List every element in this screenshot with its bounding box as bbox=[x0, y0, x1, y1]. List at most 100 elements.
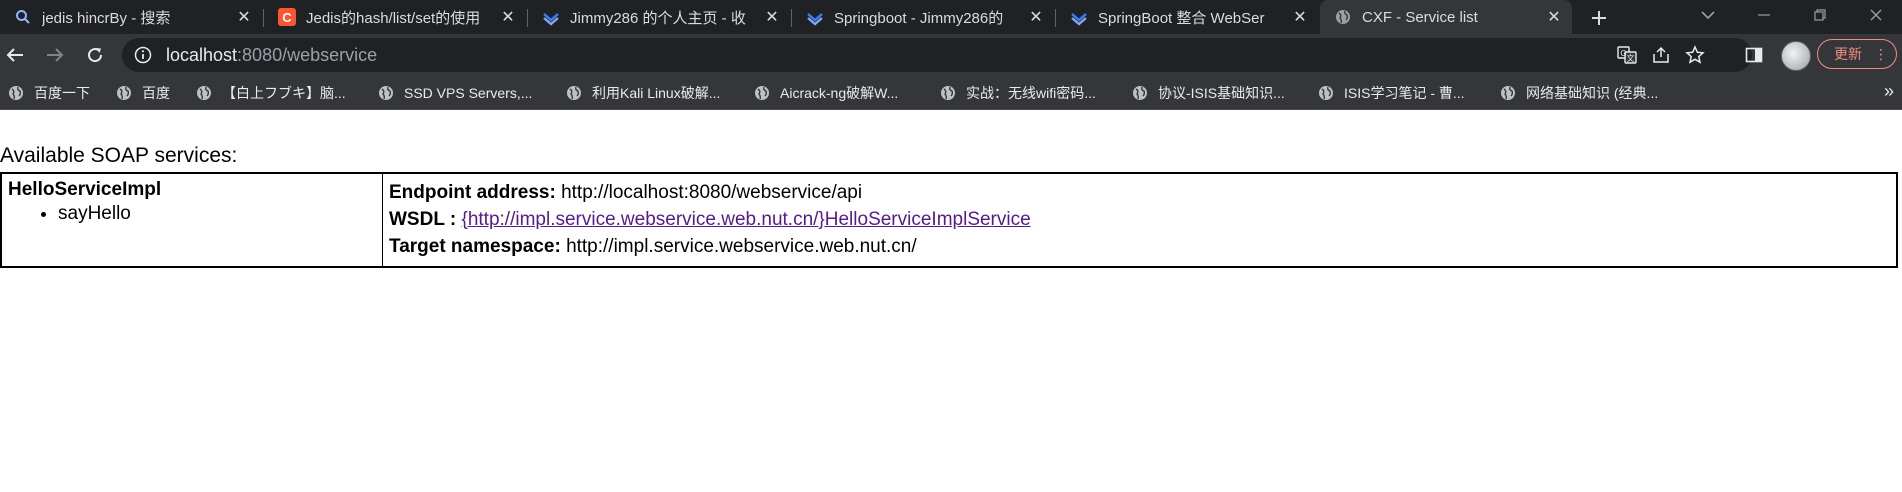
namespace-value: http://impl.service.webservice.web.nut.c… bbox=[566, 236, 917, 257]
url-host: localhost bbox=[166, 45, 238, 65]
bookmark-item[interactable]: SSD VPS Servers,... bbox=[378, 83, 532, 103]
endpoint-label: Endpoint address: bbox=[389, 182, 556, 203]
wsdl-link[interactable]: {http://impl.service.webservice.web.nut.… bbox=[461, 209, 1030, 230]
bookmark-label: Aicrack-ng破解W... bbox=[780, 85, 899, 101]
tab-profile[interactable]: Jimmy286 的个人主页 - 收 ✕ bbox=[528, 0, 790, 34]
globe-icon bbox=[117, 86, 131, 100]
bookmark-label: 实战：无线wifi密码... bbox=[966, 85, 1096, 101]
close-icon[interactable]: ✕ bbox=[232, 5, 256, 29]
bookmark-item[interactable]: 利用Kali Linux破解... bbox=[566, 83, 720, 103]
tab-csdn[interactable]: C Jedis的hash/list/set的使用 ✕ bbox=[264, 0, 526, 34]
close-icon[interactable]: ✕ bbox=[1288, 5, 1312, 29]
services-table: HelloServiceImpl sayHello Endpoint addre… bbox=[0, 172, 1898, 268]
bookmark-item[interactable]: 【白上フブキ】脑... bbox=[196, 83, 346, 103]
wsdl-row: WSDL : {http://impl.service.webservice.w… bbox=[389, 206, 1890, 233]
bookmark-label: 利用Kali Linux破解... bbox=[592, 85, 721, 101]
forward-arrow-icon bbox=[47, 48, 64, 62]
tab-search[interactable]: jedis hincrBy - 搜索 ✕ bbox=[0, 0, 262, 34]
plus-icon bbox=[1592, 11, 1606, 25]
tab-title: SpringBoot 整合 WebSer bbox=[1098, 9, 1265, 27]
svg-text:文: 文 bbox=[1627, 53, 1635, 63]
service-info-cell: Endpoint address: http://localhost:8080/… bbox=[382, 172, 1898, 268]
namespace-label: Target namespace: bbox=[389, 236, 561, 257]
bookmark-label: SSD VPS Servers,... bbox=[404, 85, 533, 101]
tab-cxf-service-list[interactable]: CXF - Service list ✕ bbox=[1320, 0, 1572, 34]
bookmark-item[interactable]: 百度一下 bbox=[8, 83, 90, 103]
bookmark-label: 【白上フブキ】脑... bbox=[222, 85, 346, 101]
tab-title: Jimmy286 的个人主页 - 收 bbox=[570, 9, 746, 27]
bookmark-item[interactable]: 协议-ISIS基础知识... bbox=[1132, 83, 1285, 103]
globe-icon bbox=[197, 86, 211, 100]
tab-search-dropdown[interactable] bbox=[1684, 0, 1732, 30]
bookmark-item[interactable]: Aicrack-ng破解W... bbox=[754, 83, 898, 103]
globe-icon bbox=[1501, 86, 1515, 100]
operations-list: sayHello bbox=[8, 201, 376, 227]
url-text[interactable]: localhost:8080/webservice bbox=[166, 45, 377, 66]
page-heading: Available SOAP services: bbox=[0, 144, 238, 167]
window-close-button[interactable] bbox=[1852, 0, 1900, 30]
toolbar: localhost:8080/webservice G文 更新 ⋮ bbox=[0, 34, 1902, 76]
brand-icon bbox=[542, 8, 560, 26]
endpoint-value: http://localhost:8080/webservice/api bbox=[561, 182, 863, 203]
bookmark-star-icon[interactable] bbox=[1684, 44, 1706, 66]
tab-strip: jedis hincrBy - 搜索 ✕ C Jedis的hash/list/s… bbox=[0, 0, 1902, 34]
bookmark-label: 百度一下 bbox=[34, 85, 90, 101]
avatar[interactable] bbox=[1781, 41, 1811, 71]
namespace-row: Target namespace: http://impl.service.we… bbox=[389, 233, 1890, 260]
side-panel-icon[interactable] bbox=[1742, 43, 1766, 67]
restore-button[interactable] bbox=[1796, 0, 1844, 30]
tab-title: jedis hincrBy - 搜索 bbox=[42, 9, 171, 27]
url-path: :8080/webservice bbox=[237, 45, 378, 65]
forward-button[interactable] bbox=[40, 40, 70, 70]
reload-button[interactable] bbox=[80, 40, 110, 70]
bookmarks-overflow-button[interactable]: » bbox=[1884, 81, 1894, 102]
reload-icon bbox=[88, 48, 103, 63]
tab-title: CXF - Service list bbox=[1362, 8, 1478, 26]
globe-icon bbox=[1334, 8, 1352, 26]
wsdl-label: WSDL : bbox=[389, 209, 457, 230]
bookmark-label: 百度 bbox=[142, 85, 170, 101]
back-button[interactable] bbox=[0, 40, 30, 70]
translate-icon[interactable]: G文 bbox=[1616, 44, 1638, 66]
chevron-down-icon bbox=[1701, 11, 1715, 20]
bookmark-item[interactable]: ISIS学习笔记 - 曹... bbox=[1318, 83, 1465, 103]
brand-icon bbox=[1070, 8, 1088, 26]
share-icon[interactable] bbox=[1650, 44, 1672, 66]
close-icon bbox=[1870, 9, 1882, 21]
tab-title: Jedis的hash/list/set的使用 bbox=[306, 9, 481, 27]
new-tab-button[interactable] bbox=[1586, 5, 1612, 31]
bookmark-item[interactable]: 网络基础知识 (经典... bbox=[1500, 83, 1658, 103]
table-row: HelloServiceImpl sayHello Endpoint addre… bbox=[0, 172, 1898, 268]
close-icon[interactable]: ✕ bbox=[1542, 5, 1566, 29]
tab-webservice[interactable]: SpringBoot 整合 WebSer ✕ bbox=[1056, 0, 1318, 34]
globe-icon bbox=[1133, 86, 1147, 100]
bookmark-item[interactable]: 实战：无线wifi密码... bbox=[940, 83, 1096, 103]
service-name: HelloServiceImpl bbox=[8, 179, 162, 200]
bookmark-label: ISIS学习笔记 - 曹... bbox=[1344, 85, 1465, 101]
more-menu-icon[interactable]: ⋮ bbox=[1874, 45, 1888, 63]
csdn-icon: C bbox=[278, 8, 296, 26]
globe-icon bbox=[755, 86, 769, 100]
operation-item: sayHello bbox=[58, 201, 376, 227]
svg-text:C: C bbox=[282, 10, 292, 25]
info-icon[interactable] bbox=[134, 46, 152, 64]
update-button[interactable]: 更新 ⋮ bbox=[1817, 39, 1897, 69]
close-icon[interactable]: ✕ bbox=[496, 5, 520, 29]
minimize-icon bbox=[1758, 14, 1770, 16]
endpoint-row: Endpoint address: http://localhost:8080/… bbox=[389, 179, 1890, 206]
bookmarks-bar: 百度一下 百度 【白上フブキ】脑... SSD VPS Servers,... … bbox=[0, 76, 1902, 110]
globe-icon bbox=[941, 86, 955, 100]
page-content: Available SOAP services: HelloServiceImp… bbox=[0, 110, 1902, 492]
bookmark-label: 协议-ISIS基础知识... bbox=[1158, 85, 1285, 101]
globe-icon bbox=[379, 86, 393, 100]
minimize-button[interactable] bbox=[1740, 0, 1788, 30]
globe-icon bbox=[9, 86, 23, 100]
globe-icon bbox=[1319, 86, 1333, 100]
close-icon[interactable]: ✕ bbox=[1024, 5, 1048, 29]
bookmark-item[interactable]: 百度 bbox=[116, 83, 170, 103]
tab-title: Springboot - Jimmy286的 bbox=[834, 9, 1004, 27]
tab-springboot[interactable]: Springboot - Jimmy286的 ✕ bbox=[792, 0, 1054, 34]
search-icon bbox=[14, 8, 32, 26]
address-bar[interactable]: localhost:8080/webservice G文 bbox=[122, 38, 1752, 72]
close-icon[interactable]: ✕ bbox=[760, 5, 784, 29]
